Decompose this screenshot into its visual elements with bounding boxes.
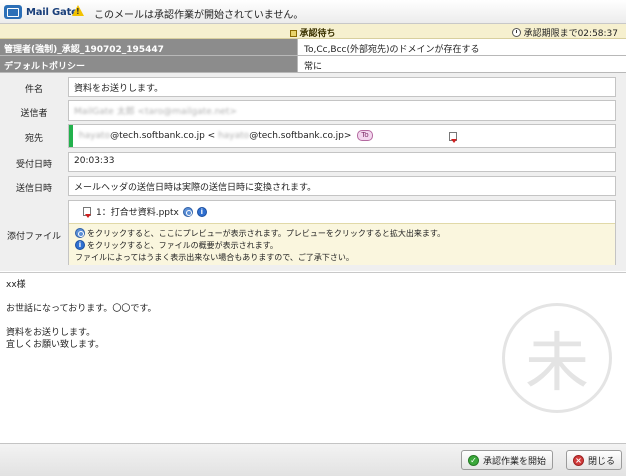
sent-label: 送信日時 — [15, 184, 52, 194]
mail-gate-logo-icon — [4, 5, 22, 19]
received-value: 20:03:33 — [68, 152, 616, 172]
to-addr-open: < — [204, 131, 219, 141]
received-label: 受付日時 — [15, 160, 52, 170]
close-icon: × — [573, 454, 584, 466]
start-approval-button[interactable]: ✓ 承認作業を開始 — [461, 450, 554, 470]
attachments-box: 1：打合せ資料.pptx i をクリックすると、ここにプレビューが表示されます。… — [68, 200, 616, 265]
app-name: Mail Gate — [26, 6, 78, 18]
to-addr-local: hayato — [218, 131, 250, 141]
to-type-badge: To — [357, 130, 373, 141]
status-title-text: 承認待ち — [299, 29, 336, 39]
policy-condition: 常に — [298, 56, 626, 72]
info-icon[interactable]: i — [196, 206, 207, 217]
sender-address: MailGate 太郎 <taro@mailgate.net> — [74, 107, 237, 117]
app-logo: Mail Gate — [4, 4, 78, 20]
clock-icon — [511, 28, 521, 37]
help-text: をクリックすると、ここにプレビューが表示されます。プレビューをクリックすると拡大… — [87, 228, 446, 238]
body-gap — [6, 291, 620, 303]
policy-table: 管理者(強制)_承認_190702_195447 To,Cc,Bcc(外部宛先)… — [0, 39, 626, 73]
to-name-domain: @tech.softbank.co.jp — [110, 131, 205, 141]
start-approval-label: 承認作業を開始 — [483, 456, 547, 467]
external-recipient-marker — [69, 125, 73, 147]
policy-row: デフォルトポリシー 常に — [0, 56, 626, 73]
sent-value: メールヘッダの送信日時は実際の送信日時に変換されます。 — [68, 176, 616, 196]
to-addr-close: > — [343, 131, 352, 141]
help-line: i をクリックすると、ファイルの概要が表示されます。 — [75, 239, 609, 251]
approval-deadline: 承認期限まで02:58:37 — [511, 26, 618, 39]
attachments-label: 添付ファイル — [6, 232, 61, 242]
body-line: xx様 — [6, 280, 26, 290]
top-message: このメールは承認作業が開始されていません。 — [94, 10, 304, 21]
close-label: 閉じる — [588, 456, 616, 467]
subject-value: 資料をお送りします。 — [68, 77, 616, 97]
attachment-item: 1：打合せ資料.pptx i — [83, 205, 207, 218]
policy-row: 管理者(強制)_承認_190702_195447 To,Cc,Bcc(外部宛先)… — [0, 39, 626, 56]
to-label: 宛先 — [24, 134, 43, 144]
top-bar: Mail Gate ! このメールは承認作業が開始されていません。 — [0, 0, 626, 24]
deadline-text: 承認期限まで02:58:37 — [523, 29, 618, 39]
download-icon[interactable] — [83, 207, 91, 218]
warning-icon: ! — [72, 5, 84, 16]
policy-name: 管理者(強制)_承認_190702_195447 — [0, 39, 298, 55]
attachment-filename[interactable]: 1：打合せ資料.pptx — [96, 205, 179, 218]
help-text: をクリックすると、ファイルの概要が表示されます。 — [87, 240, 278, 250]
sender-value: MailGate 太郎 <taro@mailgate.net> — [68, 100, 616, 121]
to-name-local: hayato — [79, 131, 111, 141]
preview-icon[interactable] — [182, 206, 193, 217]
preview-icon — [75, 228, 85, 238]
check-icon: ✓ — [468, 454, 479, 466]
help-text: ファイルによってはうまく表示出来ない場合もありますので、ご了承下さい。 — [75, 252, 354, 262]
info-icon: i — [75, 240, 85, 250]
sender-label: 送信者 — [20, 109, 48, 119]
attachment-help: をクリックすると、ここにプレビューが表示されます。プレビューをクリックすると拡大… — [69, 223, 615, 265]
to-addr-domain: @tech.softbank.co.jp — [249, 131, 344, 141]
not-approved-stamp: 未 — [502, 303, 612, 413]
footer-bar: ✓ 承認作業を開始 × 閉じる — [0, 443, 626, 476]
approval-status-bar: 承認待ち 承認期限まで02:58:37 — [0, 24, 626, 39]
help-line: ファイルによってはうまく表示出来ない場合もありますので、ご了承下さい。 — [75, 251, 609, 263]
download-icon[interactable] — [449, 132, 457, 143]
subject-label: 件名 — [24, 85, 43, 95]
policy-name: デフォルトポリシー — [0, 56, 298, 72]
help-line: をクリックすると、ここにプレビューが表示されます。プレビューをクリックすると拡大… — [75, 227, 609, 239]
close-button[interactable]: × 閉じる — [566, 450, 623, 470]
mail-header-fields: 件名 資料をお送りします。 送信者 MailGate 太郎 <taro@mail… — [0, 73, 626, 271]
to-value: hayato@tech.softbank.co.jp < hayato@tech… — [68, 124, 616, 148]
status-icon — [290, 30, 298, 37]
mail-body: xx様 お世話になっております。〇〇です。 資料をお送りします。 宜しくお願い致… — [0, 272, 626, 443]
policy-condition: To,Cc,Bcc(外部宛先)のドメインが存在する — [298, 39, 626, 55]
